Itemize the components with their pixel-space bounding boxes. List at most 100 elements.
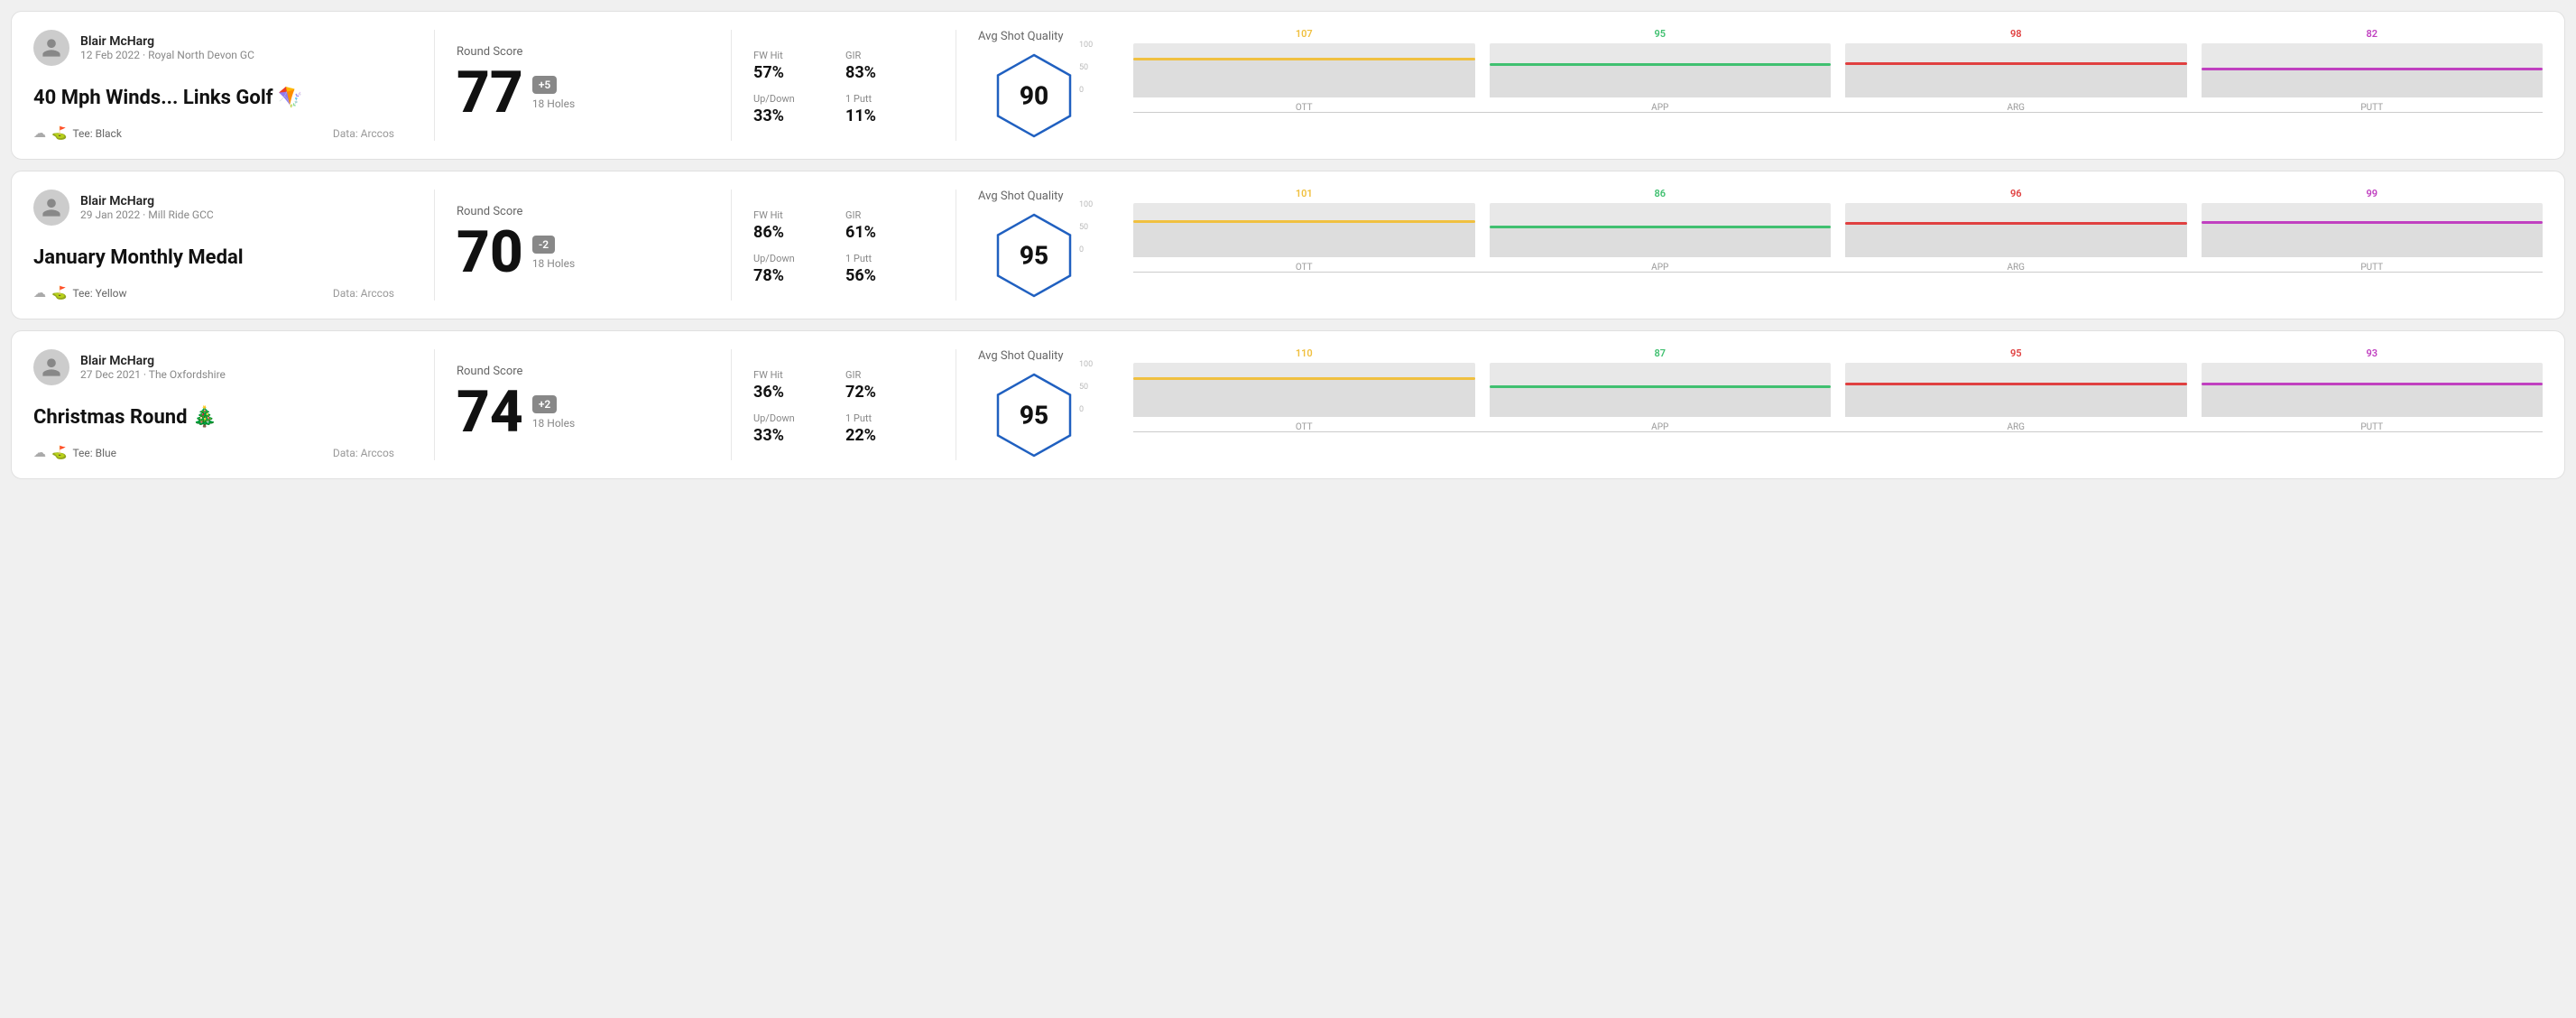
bar-col-app: 86APP (1490, 188, 1832, 273)
stat-one-putt-value: 56% (845, 266, 916, 285)
y-label: 50 (1079, 383, 1093, 392)
user-name: Blair McHarg (80, 34, 254, 49)
stat-gir: GIR83% (845, 50, 916, 82)
bar-col-ott: 107OTT (1133, 28, 1475, 113)
stat-fw-hit: FW Hit86% (753, 209, 824, 242)
avatar (33, 30, 69, 66)
weather-icon: ☁ (33, 126, 46, 141)
bar-wrapper (1490, 203, 1832, 257)
quality-label: Avg Shot Quality (978, 190, 1064, 203)
hexagon-container: 95 (993, 370, 1075, 460)
hexagon-container: 95 (993, 210, 1075, 301)
card-chart: 100500101OTT86APP96ARG99PUTT (1104, 190, 2543, 301)
stat-one-putt: 1 Putt 22% (845, 412, 916, 445)
bar-marker (1490, 63, 1832, 66)
bar-wrapper (2202, 43, 2544, 97)
bar-col-ott: 110OTT (1133, 347, 1475, 432)
weather-icon: ☁ (33, 446, 46, 460)
weather-icon: ☁ (33, 286, 46, 301)
hexagon-container: 90 (993, 51, 1075, 141)
user-text: Blair McHarg27 Dec 2021 · The Oxfordshir… (80, 354, 226, 381)
score-badge-wrap: +218 Holes (532, 395, 575, 430)
stat-gir-label: GIR (845, 209, 916, 221)
bar-col-arg: 98ARG (1845, 28, 2187, 113)
stat-up-down-label: Up/Down (753, 412, 824, 424)
stat-gir-value: 72% (845, 383, 916, 402)
bar-marker (2202, 68, 2544, 70)
bar-fill (1490, 385, 1832, 417)
stat-fw-hit: FW Hit57% (753, 50, 824, 82)
holes-label: 18 Holes (532, 257, 575, 270)
bar-col-putt: 93PUTT (2202, 347, 2544, 432)
stat-up-down-label: Up/Down (753, 93, 824, 105)
tee-label: Tee: Yellow (72, 287, 126, 300)
bar-chart: 107OTT95APP98ARG82PUTT (1133, 41, 2543, 131)
user-name: Blair McHarg (80, 354, 226, 368)
stat-up-down-value: 33% (753, 426, 824, 445)
bar-marker (1133, 377, 1475, 380)
round-title: 40 Mph Winds... Links Golf 🪁 (33, 87, 394, 109)
score-row: 70-218 Holes (457, 224, 691, 282)
stat-up-down: Up/Down33% (753, 93, 824, 125)
score-badge: +5 (532, 76, 557, 94)
score-label: Round Score (457, 365, 691, 378)
score-label: Round Score (457, 205, 691, 218)
stat-gir-label: GIR (845, 50, 916, 61)
stat-one-putt-value: 22% (845, 426, 916, 445)
tee-info: ☁ ⛳ Tee: Yellow (33, 286, 127, 301)
stat-fw-hit-label: FW Hit (753, 50, 824, 61)
tee-label: Tee: Black (72, 127, 121, 140)
stat-up-down-value: 78% (753, 266, 824, 285)
bar-value: 99 (2366, 188, 2377, 199)
bar-marker (2202, 383, 2544, 385)
bar-value: 98 (2010, 28, 2022, 40)
user-date: 29 Jan 2022 · Mill Ride GCC (80, 208, 214, 221)
user-info: Blair McHarg12 Feb 2022 · Royal North De… (33, 30, 394, 66)
y-label: 100 (1079, 41, 1093, 50)
user-text: Blair McHarg12 Feb 2022 · Royal North De… (80, 34, 254, 61)
holes-label: 18 Holes (532, 97, 575, 110)
bag-icon: ⛳ (51, 286, 67, 301)
quality-score: 90 (1020, 81, 1048, 111)
card-stats: FW Hit57%GIR83%Up/Down33%1 Putt11% (753, 30, 934, 141)
bag-icon: ⛳ (51, 126, 67, 141)
score-label: Round Score (457, 45, 691, 59)
user-name: Blair McHarg (80, 194, 214, 208)
stat-up-down: Up/Down 33% (753, 412, 824, 445)
bar-wrapper (2202, 363, 2544, 417)
tee-info: ☁ ⛳ Tee: Black (33, 126, 122, 141)
score-badge-wrap: -218 Holes (532, 236, 575, 270)
stat-gir-value: 61% (845, 223, 916, 242)
bar-marker (1845, 222, 2187, 225)
stat-one-putt-label: 1 Putt (845, 93, 916, 105)
stat-one-putt-label: 1 Putt (845, 412, 916, 424)
bar-col-putt: 99PUTT (2202, 188, 2544, 273)
stat-gir: GIR72% (845, 369, 916, 402)
card-footer: ☁ ⛳ Tee: Black Data: Arccos (33, 126, 394, 141)
stat-up-down-value: 33% (753, 106, 824, 125)
bar-col-app: 95APP (1490, 28, 1832, 113)
divider-1 (434, 30, 435, 141)
bar-col-putt: 82PUTT (2202, 28, 2544, 113)
bar-fill (2202, 383, 2544, 416)
y-label: 100 (1079, 200, 1093, 209)
stat-fw-hit-value: 36% (753, 383, 824, 402)
bar-value: 95 (2010, 347, 2022, 359)
bar-wrapper (1845, 43, 2187, 97)
chart-baseline (1133, 272, 2543, 273)
bar-wrapper (1133, 363, 1475, 417)
card-stats: FW Hit36%GIR72%Up/Down33%1 Putt22% (753, 349, 934, 460)
bar-wrapper (2202, 203, 2544, 257)
holes-label: 18 Holes (532, 417, 575, 430)
bar-wrapper (1490, 43, 1832, 97)
bar-fill (1490, 226, 1832, 256)
stat-one-putt: 1 Putt56% (845, 253, 916, 285)
stats-grid: FW Hit86%GIR61%Up/Down78%1 Putt56% (753, 209, 916, 285)
bar-wrapper (1845, 363, 2187, 417)
bar-fill (1133, 58, 1475, 97)
bar-marker (1133, 220, 1475, 223)
data-source: Data: Arccos (333, 447, 394, 459)
round-title: January Monthly Medal (33, 246, 394, 269)
tee-info: ☁ ⛳ Tee: Blue (33, 446, 116, 460)
round-card: Blair McHarg29 Jan 2022 · Mill Ride GCC J… (11, 171, 2565, 319)
